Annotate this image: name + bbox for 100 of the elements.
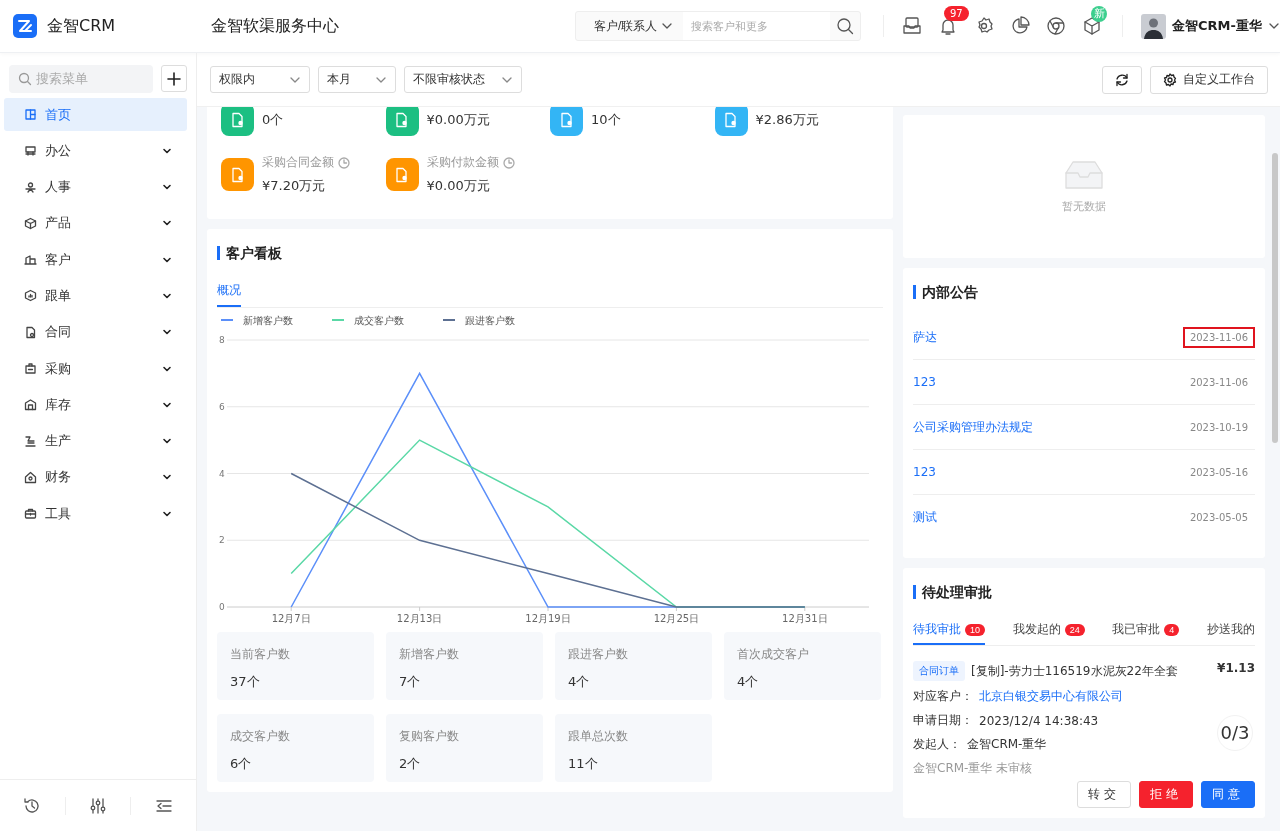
settings-icon xyxy=(1163,72,1177,87)
search-scope-dropdown[interactable]: 客户/联系人 xyxy=(576,12,684,40)
axis-label: 12月19日 xyxy=(525,613,571,624)
legend-label: 新增客户数 xyxy=(243,315,293,326)
type-tag: 合同订单 xyxy=(913,661,965,681)
legend-item[interactable]: 新增客户数 xyxy=(220,315,293,326)
metric-label: 跟进客户数 xyxy=(568,646,629,663)
history-icon[interactable] xyxy=(23,796,42,815)
section-title: 待处理审批 xyxy=(913,585,1255,599)
menu-item-icon xyxy=(24,434,37,448)
search-field[interactable]: 搜索客户和更多 xyxy=(683,12,830,40)
stat-value: 0个 xyxy=(262,110,284,129)
menu-item-icon xyxy=(24,398,37,412)
refresh-button[interactable] xyxy=(1102,65,1142,94)
menu-item-icon xyxy=(24,362,37,376)
sidebar-item[interactable]: 财务 xyxy=(4,460,187,494)
announcement-link[interactable]: 123 xyxy=(913,375,936,389)
clock-icon xyxy=(502,156,515,169)
tab[interactable]: 我发起的 24 xyxy=(1012,621,1085,645)
new-badge: 新 xyxy=(1091,6,1107,22)
announcement-link[interactable]: 123 xyxy=(913,465,936,479)
field-value: 金智CRM-重华 xyxy=(967,736,1047,753)
sidebar-item[interactable]: 办公 xyxy=(4,134,187,168)
announcement-date: 2023-11-06 xyxy=(1188,375,1249,390)
approval-title: [复制]-劳力士116519水泥灰22年全套 xyxy=(971,662,1178,680)
menu-item-icon xyxy=(24,325,37,339)
transfer-button[interactable]: 转交 xyxy=(1077,781,1131,808)
browser-icon[interactable] xyxy=(1046,16,1066,36)
count-badge: 10 xyxy=(965,623,985,636)
sidebar-item[interactable]: 客户 xyxy=(4,243,187,277)
sidebar-item[interactable]: 工具 xyxy=(4,497,187,531)
legend-item[interactable]: 跟进客户数 xyxy=(442,315,515,326)
document-star-icon xyxy=(558,111,575,128)
user-name[interactable]: 金智CRM-重华 xyxy=(1172,17,1262,35)
sidebar-item[interactable]: 人事 xyxy=(4,170,187,204)
metric-value: 7个 xyxy=(399,673,422,691)
customize-workspace-button[interactable]: 自定义工作台 xyxy=(1150,65,1268,94)
menu-item-icon xyxy=(24,180,37,194)
filter-dropdown[interactable]: 不限审核状态 xyxy=(404,66,522,93)
approve-button[interactable]: 同意 xyxy=(1201,781,1255,808)
metric-label: 当前客户数 xyxy=(230,646,291,663)
stat-value: ¥0.00万元 xyxy=(426,110,490,129)
empty-tray-icon xyxy=(1062,159,1106,191)
pie-chart-icon[interactable] xyxy=(1010,16,1030,36)
announcement-date: 2023-10-19 xyxy=(1188,420,1249,435)
notification-count: 97 xyxy=(944,6,969,21)
field-value: 2023/12/4 14:38:43 xyxy=(979,713,1099,728)
announcement-link[interactable]: 公司采购管理办法规定 xyxy=(913,418,1033,436)
menu-item-icon xyxy=(24,144,37,158)
sidebar-item[interactable]: 生产 xyxy=(4,424,187,458)
tab[interactable]: 我已审批 4 xyxy=(1112,621,1180,645)
sidebar-item[interactable]: 产品 xyxy=(4,206,187,240)
sidebar-item[interactable]: 采购 xyxy=(4,352,187,386)
axis-label: 12月13日 xyxy=(396,613,443,624)
filter-dropdown[interactable]: 本月 xyxy=(318,66,396,93)
menu-item-icon xyxy=(24,108,37,121)
inbox-icon[interactable] xyxy=(902,16,922,36)
document-star-icon xyxy=(394,111,410,128)
refresh-icon xyxy=(1115,72,1129,87)
menu-item-icon xyxy=(24,507,37,521)
menu-item-icon xyxy=(24,289,37,303)
axis-label: 6 xyxy=(219,401,225,412)
plus-icon xyxy=(167,71,181,86)
announcement-date: 2023-11-06 xyxy=(1182,326,1255,348)
reject-button[interactable]: 拒绝 xyxy=(1139,781,1193,808)
filter-dropdown[interactable]: 权限内 xyxy=(210,66,310,93)
document-star-icon xyxy=(229,111,246,128)
section-title: 内部公告 xyxy=(913,285,1255,299)
app-name: 金智CRM xyxy=(47,15,116,37)
sidebar-item[interactable]: 首页 xyxy=(4,98,187,131)
document-star-icon xyxy=(394,166,410,183)
document-star-icon xyxy=(723,111,739,128)
count-badge: 24 xyxy=(1064,623,1085,636)
sidebar-item[interactable]: 合同 xyxy=(4,315,187,349)
announcement-link[interactable]: 测试 xyxy=(913,509,937,526)
metric-value: 11个 xyxy=(568,755,599,773)
metric-label: 复购客户数 xyxy=(399,728,460,745)
axis-label: 2 xyxy=(219,535,225,546)
legend-label: 成交客户数 xyxy=(354,315,404,326)
customer-link[interactable]: 北京白银交易中心有限公司 xyxy=(979,688,1123,705)
amount: ¥1.13 xyxy=(1217,661,1255,677)
menu-item-icon xyxy=(24,470,37,484)
scrollbar-thumb[interactable] xyxy=(1272,153,1278,443)
sliders-icon[interactable] xyxy=(89,796,107,815)
tab[interactable]: 概况 xyxy=(217,282,241,307)
section-title: 客户看板 xyxy=(217,246,883,260)
add-button[interactable] xyxy=(161,65,187,92)
stat-value: 10个 xyxy=(591,110,621,129)
tab[interactable]: 抄送我的 xyxy=(1206,621,1255,645)
search-icon[interactable] xyxy=(836,17,854,35)
stat-label: 采购合同金额 xyxy=(262,154,334,171)
metric-label: 跟单总次数 xyxy=(568,728,629,745)
sidebar-item[interactable]: 跟单 xyxy=(4,279,187,313)
axis-label: 12月25日 xyxy=(653,613,700,624)
legend-item[interactable]: 成交客户数 xyxy=(331,315,404,326)
tab[interactable]: 待我审批 10 xyxy=(913,621,985,645)
sidebar-item[interactable]: 库存 xyxy=(4,388,187,422)
logo-icon xyxy=(13,14,37,38)
menu-item-icon xyxy=(24,216,37,230)
announcement-link[interactable]: 萨达 xyxy=(913,328,937,346)
